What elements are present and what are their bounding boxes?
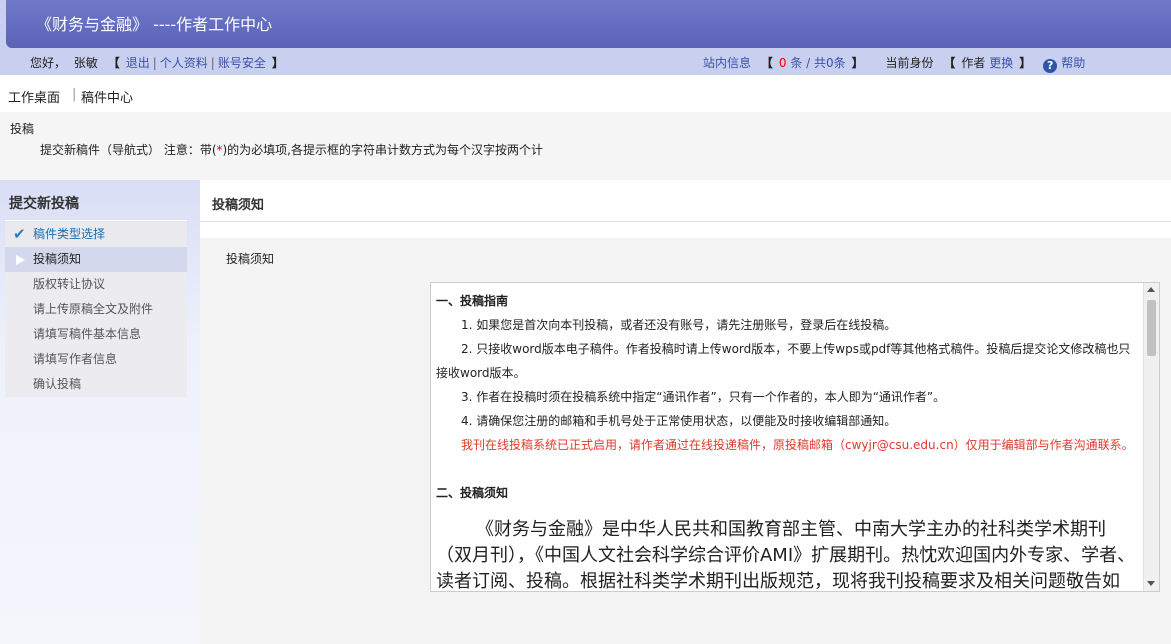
step-basic-info[interactable]: 请填写稿件基本信息: [5, 322, 187, 347]
notice-paragraph: 接收word版本。: [436, 366, 526, 380]
bracket-close: 】: [271, 56, 284, 70]
notice-paragraph: 3. 作者在投稿时须在投稿系统中指定“通讯作者”，只有一个作者的，本人即为“通讯…: [461, 390, 946, 404]
user-bar: 您好， 张敏 【退出 | 个人资料 | 账号安全】 站内信息 【0 条 / 共0条】 当…: [0, 48, 1171, 75]
step-manuscript-type[interactable]: ✔ 稿件类型选择: [5, 222, 187, 247]
identity-value: 作者: [961, 56, 986, 70]
step-author-info[interactable]: 请填写作者信息: [5, 347, 187, 372]
scroll-thumb[interactable]: [1147, 300, 1156, 356]
user-info: 您好， 张敏 【退出 | 个人资料 | 账号安全】: [30, 56, 284, 70]
info-panel: 投稿 提交新稿件（导航式） 注意：带(*)的为必填项,各提示框的字符串计数方式为…: [0, 112, 1171, 180]
journal-intro: 《财务与金融》是中华人民共和国教育部主管、中南大学主办的社科类学术期刊（双月刊）…: [436, 519, 1136, 592]
nav-manuscript-center[interactable]: 稿件中心: [81, 87, 133, 106]
logout-link[interactable]: 退出: [126, 56, 150, 70]
scrollbar[interactable]: [1143, 283, 1159, 591]
main-header-title: 投稿须知: [212, 198, 265, 213]
notice-textbox[interactable]: 一、投稿指南 1. 如果您是首次向本刊投稿，或者还没有账号，请先注册账号，登录后…: [430, 282, 1160, 592]
scroll-down-icon[interactable]: [1147, 581, 1155, 586]
play-icon: [16, 255, 25, 265]
info-description: 提交新稿件（导航式） 注意：带(*)的为必填项,各提示框的字符串计数方式为每个汉…: [40, 143, 543, 157]
help-link[interactable]: 帮助: [1061, 56, 1085, 70]
title-bar: 《财务与金融》 ----作者工作中心: [6, 0, 1171, 48]
step-submission-notice[interactable]: 投稿须知: [5, 247, 187, 272]
page-title: 《财务与金融》 ----作者工作中心: [36, 15, 273, 34]
scroll-up-icon[interactable]: [1147, 287, 1155, 292]
site-messages-link[interactable]: 站内信息: [703, 56, 751, 70]
notice-paragraph: 2. 只接收word版本电子稿件。作者投稿时请上传word版本，不要上传wps或…: [461, 342, 1131, 356]
step-list: ✔ 稿件类型选择 投稿须知 版权转让协议 请上传原稿全文及附件 请填写稿件基本信…: [5, 222, 187, 397]
main-header: 投稿须知: [200, 180, 1171, 222]
message-status: 站内信息 【0 条 / 共0条】 当前身份 【作者 更换】? 帮助: [703, 56, 1086, 73]
profile-link[interactable]: 个人资料: [160, 56, 208, 70]
nav-work-desk[interactable]: 工作桌面: [8, 87, 60, 106]
section-heading: 一、投稿指南: [436, 294, 509, 308]
message-total[interactable]: 条 / 共0条: [790, 56, 845, 70]
identity-label: 当前身份: [885, 56, 934, 70]
step-copyright-agreement[interactable]: 版权转让协议: [5, 272, 187, 297]
sidebar: 提交新投稿 ✔ 稿件类型选择 投稿须知 版权转让协议 请上传原稿全文及附件 请填…: [0, 180, 200, 644]
notice-content: 一、投稿指南 1. 如果您是首次向本刊投稿，或者还没有账号，请先注册账号，登录后…: [436, 289, 1136, 592]
change-identity-link[interactable]: 更换: [989, 56, 1013, 70]
sidebar-title: 提交新投稿: [9, 196, 79, 212]
username: 张敏: [73, 56, 98, 70]
step-confirm-submission[interactable]: 确认投稿: [5, 372, 187, 397]
section-heading: 二、投稿须知: [436, 486, 509, 500]
header-banner: 《财务与金融》 ----作者工作中心 您好， 张敏 【退出 | 个人资料 | 账号安全】…: [0, 0, 1171, 75]
notice-label: 投稿须知: [226, 252, 275, 266]
step-upload-files[interactable]: 请上传原稿全文及附件: [5, 297, 187, 322]
help-icon[interactable]: ?: [1043, 59, 1058, 73]
notice-paragraph: 1. 如果您是首次向本刊投稿，或者还没有账号，请先注册账号，登录后在线投稿。: [461, 318, 897, 332]
notice-alert: 我刊在线投稿系统已正式启用，请作者通过在线投递稿件，原投稿邮箱（cwyjr@cs…: [461, 438, 1134, 452]
greeting: 您好，: [30, 56, 67, 70]
unread-count[interactable]: 0: [779, 56, 787, 70]
security-link[interactable]: 账号安全: [218, 56, 266, 70]
breadcrumb: 工作桌面 | 稿件中心: [0, 80, 1171, 112]
notice-paragraph: 4. 请确保您注册的邮箱和手机号处于正常使用状态，以便能及时接收编辑部通知。: [461, 414, 897, 428]
check-icon: ✔: [13, 225, 26, 243]
bracket-open: 【: [107, 56, 120, 70]
info-heading: 投稿: [10, 122, 35, 136]
